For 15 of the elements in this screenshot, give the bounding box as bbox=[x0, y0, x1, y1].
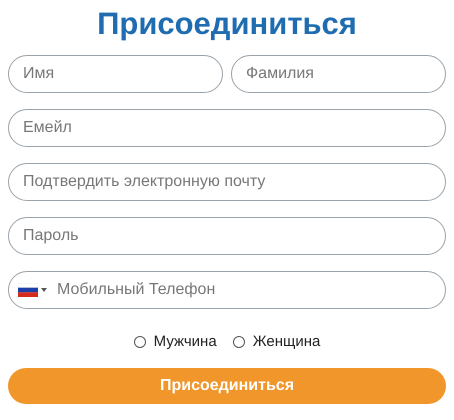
caret-icon bbox=[41, 288, 47, 292]
flag-icon bbox=[18, 283, 38, 297]
country-picker[interactable] bbox=[18, 283, 47, 297]
gender-label: Женщина bbox=[252, 332, 320, 352]
gender-label: Мужчина bbox=[154, 332, 217, 352]
phone-field[interactable]: Мобильный Телефон bbox=[8, 271, 446, 309]
password-field[interactable]: Пароль bbox=[8, 217, 446, 255]
first-name-field[interactable]: Имя bbox=[8, 55, 223, 93]
last-name-field[interactable]: Фамилия bbox=[231, 55, 446, 93]
join-button[interactable]: Присоединиться bbox=[8, 368, 446, 404]
radio-button[interactable] bbox=[134, 336, 146, 348]
radio-button[interactable] bbox=[232, 336, 245, 348]
page-title: Присоединиться bbox=[96, 8, 358, 39]
confirm-email-field[interactable]: Подтвердить электронную почту bbox=[8, 163, 446, 201]
email-field[interactable]: Емейл bbox=[8, 109, 446, 147]
